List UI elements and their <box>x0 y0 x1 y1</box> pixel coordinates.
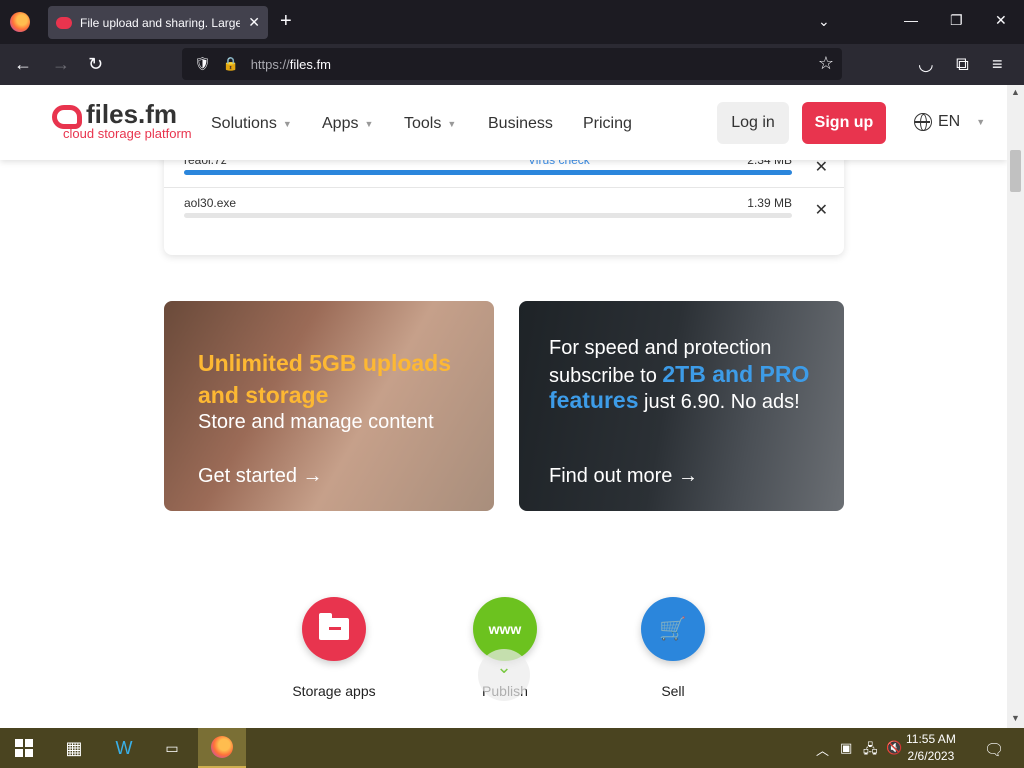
firefox-taskbar-icon[interactable] <box>198 728 246 768</box>
files-fm-favicon-icon <box>56 16 72 29</box>
w-app-icon[interactable]: W <box>100 728 148 768</box>
pocket-icon[interactable]: ◡ <box>918 54 934 75</box>
arrow-right-icon: → <box>302 465 323 487</box>
remove-file-icon[interactable]: ✕ <box>815 200 828 220</box>
chevron-down-icon: ▼ <box>976 117 986 127</box>
chevron-down-icon: ▼ <box>282 119 292 129</box>
windows-logo-icon <box>15 739 33 757</box>
promo-text: features just 6.90. No ads! <box>549 387 800 413</box>
close-window-button[interactable]: ✕ <box>995 12 1007 29</box>
scrollbar-thumb[interactable] <box>1010 150 1021 192</box>
feature-label: Storage apps <box>292 683 376 699</box>
promo-headline: Unlimited 5GB uploads <box>198 350 452 376</box>
page-scrollbar[interactable]: ▲ ▼ <box>1007 85 1024 728</box>
promo-card-storage[interactable]: Unlimited 5GB uploads and storage Store … <box>164 301 494 511</box>
globe-icon <box>914 113 932 131</box>
site-header: files.fm cloud storage platform Solution… <box>0 85 1007 160</box>
menu-solutions[interactable]: Solutions ▼ <box>211 115 292 133</box>
promo-text: For speed and protection <box>549 337 772 359</box>
clock-date: 2/6/2023 <box>907 749 955 763</box>
menu-apps[interactable]: Apps ▼ <box>322 115 373 133</box>
reload-icon[interactable]: ↻ <box>88 54 103 75</box>
browser-tab-bar: File upload and sharing. Large f ✕ + ⌄ —… <box>0 0 1024 44</box>
feature-label: Sell <box>661 683 685 699</box>
progress-bar <box>184 170 792 175</box>
feature-storage-apps[interactable]: Storage apps <box>274 597 394 699</box>
show-hidden-icons-icon[interactable]: ︿ <box>816 740 829 759</box>
logo-tagline: cloud storage platform <box>63 126 192 141</box>
lock-icon[interactable]: 🔒 <box>223 56 239 72</box>
progress-bar <box>184 213 792 218</box>
tab-title: File upload and sharing. Large f <box>80 15 241 30</box>
scroll-down-icon[interactable]: ⌄ <box>478 649 530 701</box>
language-label: EN <box>938 113 961 130</box>
windows-taskbar: ▦ W ▭ ︿ ▣ 🖧 🔇 11:55 AM 2/6/2023 🗨 <box>0 728 1024 768</box>
signup-button[interactable]: Sign up <box>802 102 886 144</box>
extensions-icon[interactable]: ⧉ <box>956 54 969 75</box>
scroll-down-arrow-icon[interactable]: ▼ <box>1011 713 1020 723</box>
upload-row: aol30.exe 1.39 MB ✕ <box>164 188 844 230</box>
progress-fill <box>184 170 792 175</box>
upload-list: reaol.7z Virus check 2.34 MB ✕ aol30.exe… <box>164 145 844 255</box>
new-tab-button[interactable]: + <box>280 10 292 33</box>
cart-icon[interactable]: 🛒 <box>641 597 705 661</box>
list-all-tabs-icon[interactable]: ⌄ <box>818 13 830 30</box>
spreadsheet-app-icon[interactable]: ▦ <box>50 728 98 768</box>
url-text[interactable]: https://files.fm <box>251 57 331 72</box>
file-size: 1.39 MB <box>747 196 792 210</box>
promo-subtext: Store and manage content <box>198 411 434 433</box>
forward-arrow-icon[interactable]: → <box>52 54 70 75</box>
shield-icon[interactable]: 🛡 <box>194 56 211 72</box>
menu-tools[interactable]: Tools ▼ <box>404 115 456 133</box>
feature-sell[interactable]: 🛒 Sell <box>613 597 733 699</box>
network-icon[interactable]: 🖧 <box>863 740 878 762</box>
promo-card-pro[interactable]: For speed and protection subscribe to 2T… <box>519 301 844 511</box>
clock[interactable]: 11:55 AM 2/6/2023 <box>906 731 956 765</box>
login-button[interactable]: Log in <box>717 102 789 144</box>
minimize-button[interactable]: — <box>904 12 918 28</box>
chevron-down-icon: ▼ <box>364 119 374 129</box>
language-selector[interactable]: EN ▼ <box>914 113 985 131</box>
start-button[interactable] <box>0 728 48 768</box>
terminal-icon[interactable]: ▭ <box>148 728 196 768</box>
promo-text: subscribe to 2TB and PRO <box>549 361 810 387</box>
app-menu-icon[interactable]: ≡ <box>992 54 1003 75</box>
get-started-link[interactable]: Get started → <box>198 465 323 488</box>
chevron-down-icon: ▼ <box>447 119 457 129</box>
scroll-up-arrow-icon[interactable]: ▲ <box>1011 87 1020 97</box>
menu-pricing[interactable]: Pricing <box>583 115 632 133</box>
notifications-icon[interactable]: 🗨 <box>984 740 1004 760</box>
firefox-icon[interactable] <box>10 12 30 32</box>
volume-muted-icon[interactable]: 🔇 <box>886 740 902 756</box>
promo-headline: and storage <box>198 382 329 408</box>
tab-files-fm[interactable]: File upload and sharing. Large f ✕ <box>48 6 268 39</box>
file-name: aol30.exe <box>184 196 237 210</box>
page-content: files.fm cloud storage platform Solution… <box>0 85 1007 728</box>
arrow-right-icon: → <box>677 465 698 487</box>
back-arrow-icon[interactable]: ← <box>14 54 32 75</box>
bookmark-star-icon[interactable]: ☆ <box>818 53 834 74</box>
close-tab-icon[interactable]: ✕ <box>248 14 260 31</box>
restore-button[interactable]: ❐ <box>950 12 963 29</box>
meet-now-icon[interactable]: ▣ <box>840 740 852 756</box>
remove-file-icon[interactable]: ✕ <box>815 157 828 177</box>
url-bar[interactable]: 🛡 🔒 https://files.fm ☆ <box>182 48 842 80</box>
find-out-more-link[interactable]: Find out more → <box>549 465 698 488</box>
menu-business[interactable]: Business <box>488 115 553 133</box>
clock-time: 11:55 AM <box>906 732 956 746</box>
folder-icon[interactable] <box>302 597 366 661</box>
